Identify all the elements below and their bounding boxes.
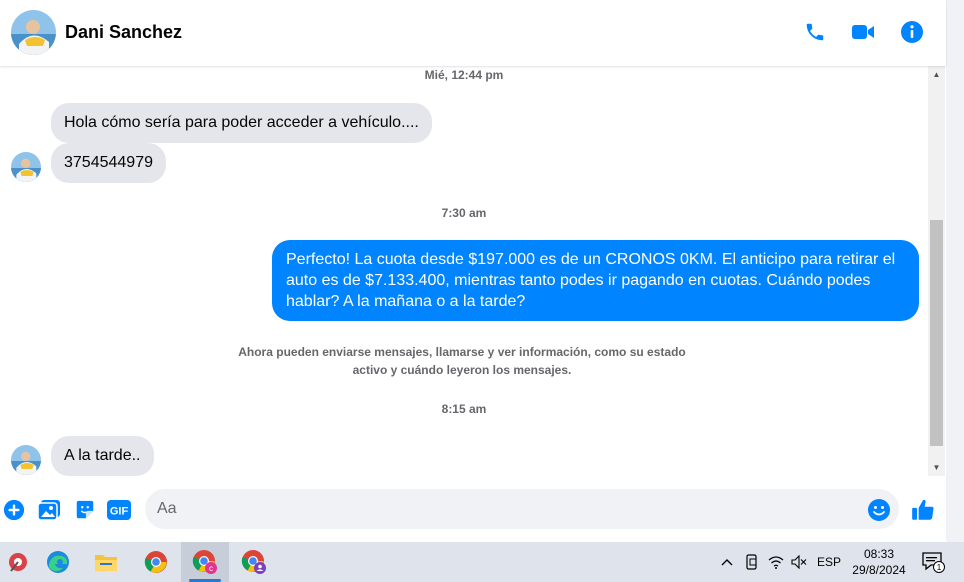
show-hidden-icons-chevron-icon[interactable] <box>716 542 738 582</box>
messenger-window: Dani Sanchez Mié, 12:44 pm Hola cómo ser… <box>0 0 964 582</box>
gif-label: GIF <box>110 506 129 518</box>
taskbar-clock[interactable]: 08:33 29/8/2024 <box>846 546 912 578</box>
scroll-down-arrow-icon[interactable]: ▼ <box>928 459 945 476</box>
chrome-profile-c-icon[interactable]: c <box>181 542 229 582</box>
outgoing-message[interactable]: Perfecto! La cuota desde $197.000 es de … <box>272 240 919 321</box>
contact-avatar[interactable] <box>11 10 56 55</box>
incoming-message[interactable]: 3754544979 <box>51 143 166 183</box>
clock-date: 29/8/2024 <box>852 563 906 577</box>
notice-line: Ahora pueden enviarse mensajes, llamarse… <box>238 345 686 359</box>
notification-center-icon[interactable]: 1 <box>918 542 948 582</box>
chat-header: Dani Sanchez <box>0 0 946 66</box>
phone-icon[interactable] <box>802 19 828 45</box>
photo-icon[interactable] <box>36 497 62 523</box>
video-camera-icon[interactable] <box>850 19 876 45</box>
edge-browser-icon[interactable] <box>34 542 82 582</box>
info-icon[interactable] <box>899 19 925 45</box>
message-input[interactable] <box>157 489 857 529</box>
window-edge <box>946 0 964 542</box>
thumbs-up-icon[interactable] <box>910 497 936 523</box>
windows-taskbar: c ESP 08:33 29/8/2024 1 <box>0 542 964 582</box>
gif-icon[interactable]: GIF <box>106 497 132 523</box>
notice-line: activo y cuándo leyeron los mensajes. <box>352 363 572 377</box>
speaker-muted-icon[interactable] <box>788 542 810 582</box>
notification-count: 1 <box>937 563 942 572</box>
timestamp: 7:30 am <box>441 206 487 220</box>
chrome-icon[interactable] <box>132 542 180 582</box>
incoming-message[interactable]: Hola cómo sería para poder acceder a veh… <box>51 103 432 143</box>
clock-time: 08:33 <box>863 547 895 561</box>
plus-icon[interactable] <box>1 497 27 523</box>
contact-avatar-small[interactable] <box>11 445 41 475</box>
file-explorer-icon[interactable] <box>82 542 130 582</box>
incoming-message[interactable]: A la tarde.. <box>51 436 154 476</box>
timestamp: Mié, 12:44 pm <box>424 68 504 82</box>
chrome-profile-icon[interactable] <box>230 542 278 582</box>
emoji-icon[interactable] <box>866 497 892 523</box>
message-input-box[interactable] <box>145 489 899 529</box>
sticker-icon[interactable] <box>72 497 98 523</box>
svg-text:c: c <box>209 564 213 573</box>
scroll-up-arrow-icon[interactable]: ▲ <box>928 66 945 83</box>
message-composer: GIF <box>0 476 946 542</box>
contact-name[interactable]: Dani Sanchez <box>65 22 182 43</box>
device-icon[interactable] <box>741 542 763 582</box>
scroll-thumb[interactable] <box>930 220 943 446</box>
wifi-icon[interactable] <box>765 542 787 582</box>
contact-avatar-small[interactable] <box>11 152 41 182</box>
message-scrollbar[interactable]: ▲ ▼ <box>928 66 945 476</box>
language-indicator[interactable]: ESP <box>814 542 844 582</box>
message-list: Mié, 12:44 pm Hola cómo sería para poder… <box>0 66 928 476</box>
timestamp: 8:15 am <box>441 402 487 416</box>
connection-notice: Ahora pueden enviarse mensajes, llamarse… <box>222 343 702 379</box>
